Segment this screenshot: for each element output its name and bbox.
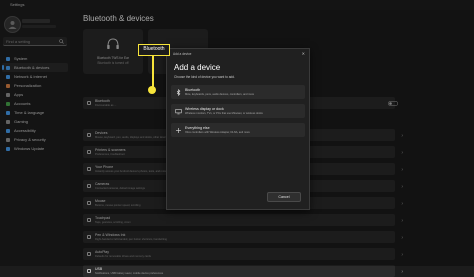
dialog-subtitle: Choose the kind of device you want to ad… bbox=[174, 75, 235, 79]
option-wireless-display[interactable]: Wireless display or dock Wireless monito… bbox=[171, 104, 305, 118]
bluetooth-callout: Bluetooth bbox=[138, 44, 170, 56]
close-icon[interactable]: ✕ bbox=[302, 51, 305, 56]
dialog-caption: Add a device bbox=[173, 52, 192, 56]
option-bluetooth[interactable]: Bluetooth Mice, keyboards, pens, audio d… bbox=[171, 85, 305, 99]
plus-icon bbox=[176, 127, 181, 133]
callout-dot bbox=[148, 86, 156, 94]
monitor-icon bbox=[175, 108, 182, 114]
chevron-right-icon: › bbox=[401, 269, 403, 275]
add-device-dialog: Add a device ✕ Add a device Choose the k… bbox=[166, 48, 310, 210]
option-everything-else[interactable]: Everything else Xbox controllers with Wi… bbox=[171, 123, 305, 137]
usb-icon bbox=[87, 269, 91, 273]
callout-leader-line bbox=[152, 56, 154, 89]
bluetooth-icon bbox=[176, 88, 181, 96]
row-usb[interactable]: USB Notifications, USB battery saver, mo… bbox=[83, 265, 403, 277]
dialog-title: Add a device bbox=[174, 63, 221, 72]
cancel-button[interactable]: Cancel bbox=[267, 192, 301, 202]
